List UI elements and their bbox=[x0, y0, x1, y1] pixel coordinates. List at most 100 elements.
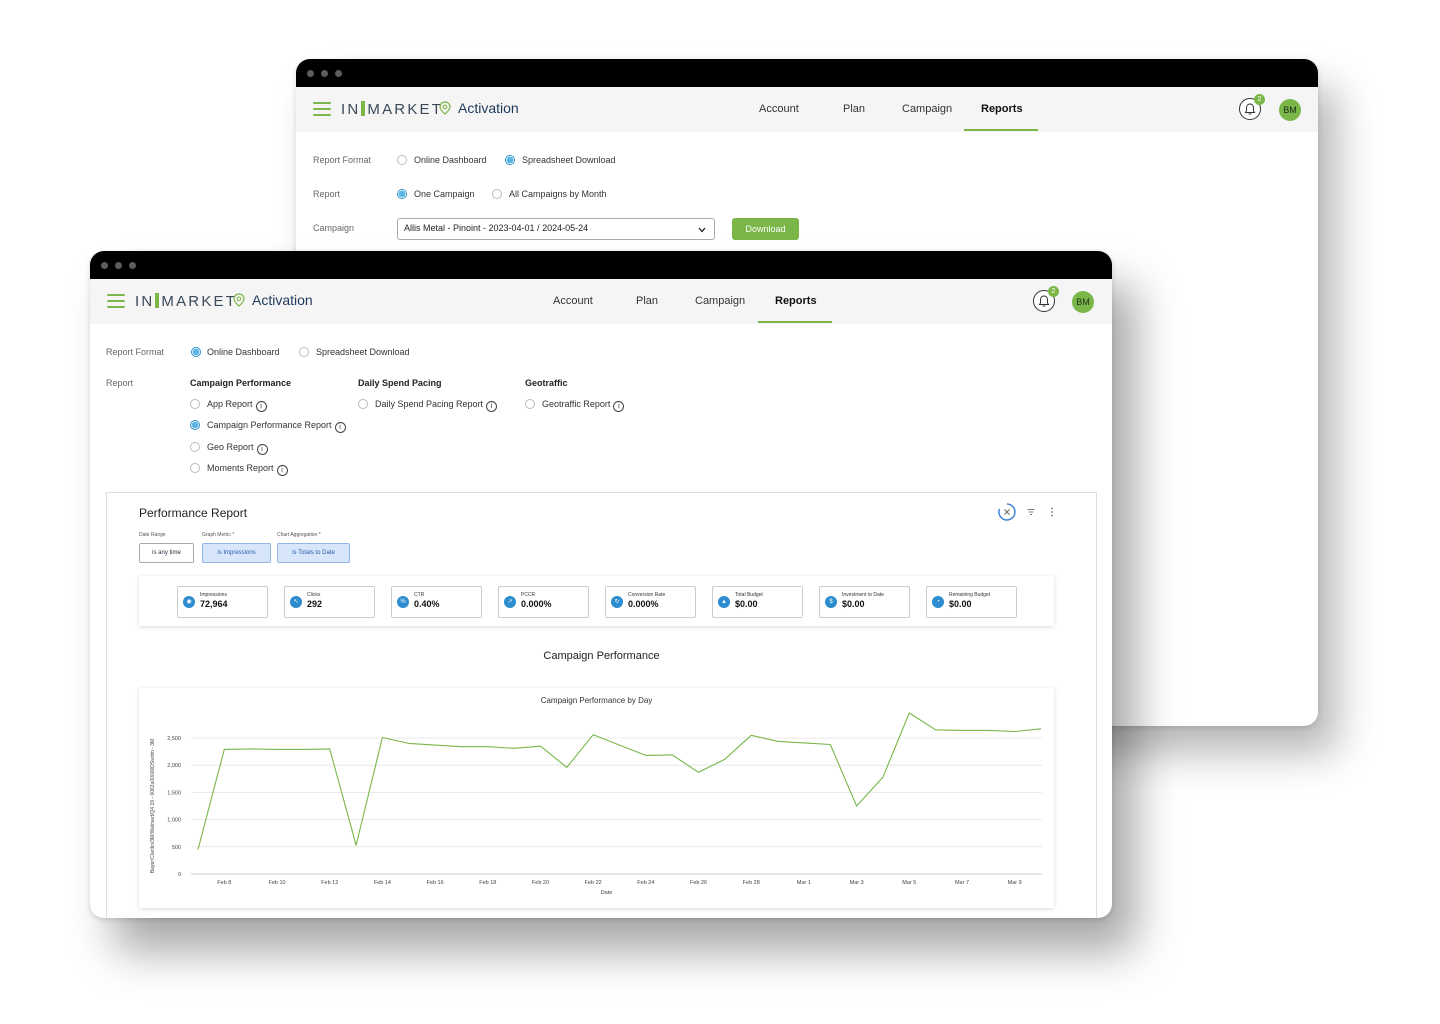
nav-active-underline bbox=[964, 129, 1038, 131]
radio-online-dashboard[interactable] bbox=[397, 155, 407, 165]
graph-metric-label: Graph Metric * bbox=[202, 532, 235, 538]
x-tick-label: Feb 24 bbox=[637, 880, 654, 886]
radio-label-all-campaigns: All Campaigns by Month bbox=[509, 189, 607, 199]
percent-icon: % bbox=[397, 596, 409, 608]
line-chart: 0 500 1,000 1,500 2,000 2,500 Feb 8 Feb 10 Feb 1… bbox=[150, 712, 1042, 896]
x-tick-label: Feb 16 bbox=[427, 880, 444, 886]
x-tick-label: Feb 22 bbox=[585, 880, 602, 886]
report-label: Report bbox=[106, 378, 134, 388]
window-close-dot[interactable] bbox=[101, 262, 108, 269]
chart-aggregation-chip[interactable]: is Totals to Date bbox=[277, 543, 350, 563]
y-tick-label: 2,000 bbox=[167, 763, 181, 769]
product-name: Activation bbox=[458, 100, 519, 116]
radio-label-online-dashboard: Online Dashboard bbox=[414, 155, 487, 165]
download-button[interactable]: Download bbox=[732, 218, 799, 240]
nav-campaign[interactable]: Campaign bbox=[902, 103, 952, 115]
notification-badge: 2 bbox=[1048, 286, 1059, 297]
radio-daily-spend-pacing-report[interactable] bbox=[358, 399, 368, 409]
graph-metric-chip[interactable]: is Impressions bbox=[202, 543, 271, 563]
dollar-icon: $ bbox=[825, 596, 837, 608]
hamburger-menu-icon[interactable] bbox=[313, 102, 331, 116]
hamburger-menu-icon[interactable] bbox=[107, 294, 125, 308]
radio-online-dashboard[interactable] bbox=[191, 347, 201, 357]
nav-reports[interactable]: Reports bbox=[775, 295, 817, 307]
radio-all-campaigns-by-month[interactable] bbox=[492, 189, 502, 199]
user-avatar[interactable]: BM bbox=[1072, 291, 1094, 313]
cursor-icon: ↖ bbox=[290, 596, 302, 608]
radio-geotraffic-report[interactable] bbox=[525, 399, 535, 409]
report-format-label: Report Format bbox=[106, 347, 165, 357]
x-tick-label: Mar 3 bbox=[850, 880, 864, 886]
eye-icon: ◉ bbox=[183, 596, 195, 608]
filter-icon[interactable] bbox=[1027, 508, 1035, 516]
group-heading-geotraffic: Geotraffic bbox=[525, 378, 568, 388]
info-icon[interactable]: i bbox=[486, 401, 498, 412]
metric-value: $0.00 bbox=[949, 599, 972, 609]
notification-badge: 2 bbox=[1254, 94, 1265, 105]
notification-bell-icon[interactable]: 2 bbox=[1239, 94, 1265, 120]
radio-label-online-dashboard: Online Dashboard bbox=[207, 347, 280, 357]
nav-plan[interactable]: Plan bbox=[843, 103, 865, 115]
metric-tile: % CTR 0.40% bbox=[391, 586, 482, 618]
notification-bell-icon[interactable]: 2 bbox=[1033, 286, 1059, 312]
radio-campaign-performance-report[interactable] bbox=[190, 420, 200, 430]
nav-reports[interactable]: Reports bbox=[981, 103, 1023, 115]
metric-label: Investment to Date bbox=[842, 592, 884, 598]
y-tick-label: 1,000 bbox=[167, 818, 181, 824]
window-maximize-dot[interactable] bbox=[335, 70, 342, 77]
metrics-card: ◉ Impressions 72,964 ↖ Clicks 292% CTR 0.40% ↗ PC… bbox=[139, 576, 1054, 626]
remaining-icon: ◔ bbox=[932, 596, 944, 608]
info-icon[interactable]: i bbox=[255, 401, 267, 412]
radio-one-campaign[interactable] bbox=[397, 189, 407, 199]
radio-spreadsheet-download[interactable] bbox=[299, 347, 309, 357]
loading-spinner-icon[interactable] bbox=[997, 502, 1017, 522]
nav-active-underline bbox=[758, 321, 832, 323]
x-tick-label: Feb 8 bbox=[217, 880, 231, 886]
metric-label: CTR bbox=[414, 592, 425, 598]
radio-label-daily-spend-pacing-report: Daily Spend Pacing Report i bbox=[375, 399, 498, 412]
metric-tile: $ Investment to Date $0.00 bbox=[819, 586, 910, 618]
nav-account[interactable]: Account bbox=[553, 295, 593, 307]
x-axis-label: Date bbox=[601, 890, 613, 896]
metric-tile: ◔ Remaining Budget $0.00 bbox=[926, 586, 1017, 618]
x-tick-label: Mar 5 bbox=[902, 880, 916, 886]
radio-spreadsheet-download[interactable] bbox=[505, 155, 515, 165]
series-line bbox=[197, 712, 1042, 850]
info-icon[interactable]: i bbox=[613, 401, 625, 412]
x-tick-label: Feb 10 bbox=[268, 880, 285, 886]
front-window: IN MARKET Activation Account Plan Campaig… bbox=[90, 251, 1112, 918]
window-minimize-dot[interactable] bbox=[115, 262, 122, 269]
metric-value: 0.000% bbox=[521, 599, 552, 609]
metric-tile: ↖ Clicks 292 bbox=[284, 586, 375, 618]
info-icon[interactable]: i bbox=[276, 465, 288, 476]
info-icon[interactable]: i bbox=[334, 422, 346, 433]
performance-report-panel: Performance Report Date Range Graph Metr… bbox=[106, 492, 1097, 918]
campaign-label: Campaign bbox=[313, 223, 355, 233]
radio-app-report[interactable] bbox=[190, 399, 200, 409]
window-close-dot[interactable] bbox=[307, 70, 314, 77]
campaign-select[interactable]: Allis Metal - Pinoint - 2023-04-01 / 202… bbox=[397, 218, 715, 240]
metric-label: Impressions bbox=[200, 592, 227, 598]
radio-label-geo-report: Geo Report i bbox=[207, 442, 268, 455]
y-tick-label: 2,500 bbox=[167, 736, 181, 742]
nav-account[interactable]: Account bbox=[759, 103, 799, 115]
x-tick-label: Mar 7 bbox=[955, 880, 969, 886]
metric-label: Conversion Rate bbox=[628, 592, 666, 598]
radio-geo-report[interactable] bbox=[190, 442, 200, 452]
info-icon[interactable]: i bbox=[256, 444, 268, 455]
y-axis-label: Bayer/Claritin/3M/Walmart/Q4 19 - 0063u0… bbox=[150, 739, 156, 873]
date-range-chip[interactable]: is any time bbox=[139, 543, 194, 563]
user-avatar[interactable]: BM bbox=[1279, 99, 1301, 121]
metric-label: Total Budget bbox=[735, 592, 763, 598]
more-vertical-icon[interactable] bbox=[1050, 507, 1054, 517]
top-navbar: IN MARKET Activation Account Plan Campaig… bbox=[90, 279, 1112, 324]
nav-plan[interactable]: Plan bbox=[636, 295, 658, 307]
report-format-label: Report Format bbox=[313, 155, 372, 165]
radio-moments-report[interactable] bbox=[190, 463, 200, 473]
window-minimize-dot[interactable] bbox=[321, 70, 328, 77]
chart-aggregation-label: Chart Aggregation * bbox=[277, 532, 321, 538]
window-titlebar bbox=[296, 59, 1318, 87]
nav-campaign[interactable]: Campaign bbox=[695, 295, 745, 307]
group-heading-daily-spend-pacing: Daily Spend Pacing bbox=[358, 378, 442, 388]
window-maximize-dot[interactable] bbox=[129, 262, 136, 269]
